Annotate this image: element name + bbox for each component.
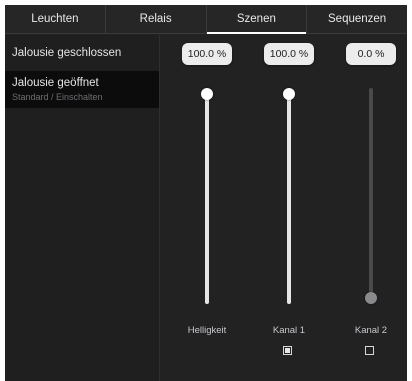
channel-checkbox[interactable]: [365, 346, 374, 355]
tab-szenen[interactable]: Szenen: [206, 5, 308, 34]
scene-subtitle: Standard / Einschalten: [12, 92, 103, 102]
slider-thumb[interactable]: [283, 88, 295, 100]
tab-leuchten[interactable]: Leuchten: [5, 5, 106, 33]
slider-fill: [287, 94, 291, 304]
channel-label: Kanal 1: [272, 325, 306, 336]
tab-label: Leuchten: [31, 13, 79, 25]
tab-label: Sequenzen: [328, 13, 387, 25]
tab-label: Szenen: [236, 13, 276, 25]
slider-thumb[interactable]: [201, 88, 213, 100]
tab-sequenzen[interactable]: Sequenzen: [307, 5, 407, 33]
tab-label: Relais: [139, 13, 172, 25]
value-display: 100.0 %: [264, 43, 314, 65]
channel-label: Kanal 2: [354, 325, 388, 336]
value-display: 0.0 %: [346, 43, 396, 65]
scene-item-jalousie-geoeffnet[interactable]: Jalousie geöffnet Standard / Einschalten: [5, 71, 159, 108]
tab-bar: Leuchten Relais Szenen Sequenzen: [5, 5, 407, 34]
channel-checkbox[interactable]: [283, 346, 292, 355]
scene-title: Jalousie geschlossen: [12, 47, 122, 59]
channel-label: Helligkeit: [187, 325, 227, 336]
scene-item-jalousie-geschlossen[interactable]: Jalousie geschlossen: [5, 35, 159, 71]
checkmark-icon: [285, 348, 290, 353]
scene-title: Jalousie geöffnet: [12, 77, 99, 89]
slider-thumb[interactable]: [365, 292, 377, 304]
tab-relais[interactable]: Relais: [106, 5, 207, 33]
slider-track[interactable]: [369, 88, 373, 304]
slider-fill: [205, 94, 209, 304]
scene-list: Jalousie geschlossen Jalousie geöffnet S…: [5, 35, 160, 381]
scene-editor-window: Leuchten Relais Szenen Sequenzen Jalousi…: [5, 5, 407, 381]
value-display: 100.0 %: [182, 43, 232, 65]
